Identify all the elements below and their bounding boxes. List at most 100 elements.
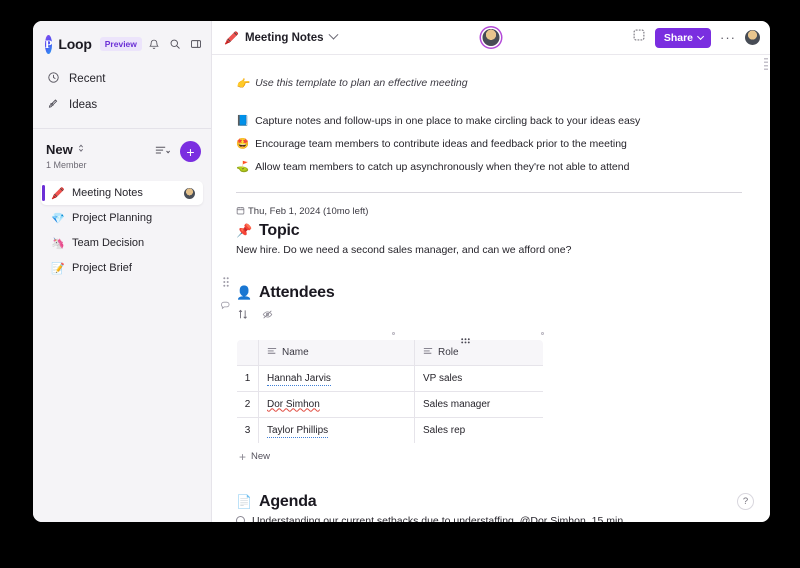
benefit-item: 🤩 Encourage team members to contribute i…: [236, 137, 742, 151]
block-gutter: [220, 274, 231, 316]
loop-logo-icon: P: [45, 34, 53, 54]
calendar-icon: [236, 206, 245, 218]
section-divider: [236, 191, 742, 193]
chevron-updown-icon[interactable]: [77, 140, 85, 158]
panel-toggle-icon[interactable]: [190, 38, 202, 50]
column-header-label: Name: [282, 346, 309, 358]
workspace-header: New 1 Member +: [33, 129, 211, 179]
chevron-down-icon[interactable]: [328, 29, 338, 40]
cell-name[interactable]: Taylor Phillips: [258, 416, 415, 443]
row-index: 2: [237, 390, 259, 418]
drag-handle-icon[interactable]: [222, 274, 229, 292]
agenda-heading-text: Agenda: [259, 492, 317, 510]
scrollbar[interactable]: [764, 58, 768, 72]
search-icon[interactable]: [169, 38, 181, 50]
user-avatar[interactable]: [745, 30, 760, 45]
document-canvas: 👉 Use this template to plan an effective…: [212, 55, 770, 522]
column-header-name[interactable]: Name: [258, 339, 415, 366]
document-body: 👉 Use this template to plan an effective…: [212, 77, 770, 522]
cell-role[interactable]: VP sales: [414, 364, 543, 392]
document-title-group[interactable]: 🖍️ Meeting Notes: [224, 29, 338, 45]
main-area: 🖍️ Meeting Notes Share ··· 👉 Use this te…: [212, 21, 770, 522]
document-emoji-icon: 🖍️: [224, 30, 239, 45]
template-hint-text: Use this template to plan an effective m…: [255, 77, 468, 89]
cell-name[interactable]: Dor Simhon: [258, 390, 415, 418]
bell-icon[interactable]: [148, 38, 160, 50]
benefit-text: Allow team members to catch up asynchron…: [255, 161, 630, 174]
avatar: [183, 186, 196, 200]
agenda-task-text: Understanding our current setbacks due t…: [252, 514, 624, 522]
cell-name[interactable]: Hannah Jarvis: [258, 364, 415, 392]
cell-name-text: Hannah Jarvis: [267, 372, 331, 386]
cell-role[interactable]: Sales manager: [414, 390, 543, 418]
page-emoji-icon: 📝: [51, 262, 65, 275]
attendees-table[interactable]: Name Role 1 Hannah Jarvis VP sales 2 Dor…: [236, 338, 544, 444]
table-row[interactable]: 3 Taylor Phillips Sales rep: [237, 416, 543, 443]
meeting-date[interactable]: Thu, Feb 1, 2024 (10mo left): [236, 206, 742, 218]
app-name: Loop: [58, 36, 92, 52]
active-collaborator-avatar[interactable]: [482, 29, 500, 46]
table-row[interactable]: 2 Dor Simhon Sales manager: [237, 390, 543, 418]
page-label: Project Planning: [72, 212, 153, 224]
cell-name-text: Dor Simhon: [267, 398, 320, 410]
agenda-task[interactable]: Understanding our current setbacks due t…: [236, 515, 742, 522]
page-emoji-icon: 💎: [51, 212, 65, 225]
table-header-row: Name Role: [237, 339, 543, 366]
column-header-role[interactable]: Role: [414, 339, 543, 366]
meeting-date-text: Thu, Feb 1, 2024 (10mo left): [248, 206, 369, 218]
sidebar-page-team-decision[interactable]: 🦄 Team Decision: [41, 231, 203, 255]
topic-heading: 📌 Topic: [236, 222, 742, 240]
column-resize-handle[interactable]: [541, 331, 544, 335]
add-row-button[interactable]: + New: [239, 451, 742, 463]
help-button[interactable]: ?: [737, 493, 754, 510]
sort-list-icon[interactable]: [155, 143, 172, 161]
document-topbar: 🖍️ Meeting Notes Share ···: [212, 21, 770, 55]
book-icon: 📘: [236, 115, 250, 127]
column-resize-handle[interactable]: [392, 331, 395, 335]
flag-golf-icon: ⛳: [236, 161, 250, 174]
sidebar-page-meeting-notes[interactable]: 🖍️ Meeting Notes: [41, 181, 203, 205]
more-options-button[interactable]: ···: [720, 31, 736, 44]
add-row-label: New: [251, 451, 271, 463]
copy-link-icon[interactable]: [632, 28, 646, 47]
template-hint: 👉 Use this template to plan an effective…: [236, 77, 742, 90]
attendees-heading-text: Attendees: [259, 283, 335, 301]
table-row[interactable]: 1 Hannah Jarvis VP sales: [237, 364, 543, 392]
add-page-button[interactable]: +: [180, 141, 201, 162]
share-button[interactable]: Share: [654, 27, 711, 48]
sort-icon[interactable]: [238, 307, 248, 325]
sidebar-item-ideas[interactable]: Ideas: [41, 92, 203, 118]
benefit-text: Capture notes and follow-ups in one plac…: [255, 115, 641, 127]
star-struck-icon: 🤩: [236, 138, 250, 151]
task-checkbox-icon[interactable]: [236, 516, 245, 522]
sidebar-nav: Recent Ideas: [33, 62, 211, 128]
sidebar-page-project-planning[interactable]: 💎 Project Planning: [41, 206, 203, 230]
cell-role[interactable]: Sales rep: [414, 416, 543, 443]
clock-icon: [47, 71, 60, 87]
sidebar-page-project-brief[interactable]: 📝 Project Brief: [41, 256, 203, 280]
hide-fields-icon[interactable]: [262, 307, 273, 325]
page-title: Meeting Notes: [244, 31, 324, 44]
document-icon: 📄: [236, 493, 252, 509]
page-emoji-icon: 🖍️: [51, 187, 65, 200]
app-window: P Loop Preview Recent Ideas New 1 Member…: [33, 21, 770, 522]
comment-icon[interactable]: [220, 298, 231, 316]
idea-pen-icon: [47, 97, 60, 113]
text-field-icon: [423, 347, 433, 358]
row-index: 3: [237, 416, 259, 443]
benefit-item: ⛳ Allow team members to catch up asynchr…: [236, 160, 742, 174]
topic-body[interactable]: New hire. Do we need a second sales mana…: [236, 243, 742, 258]
page-label: Meeting Notes: [72, 187, 143, 199]
agenda-heading: 📄 Agenda: [236, 493, 742, 511]
topic-heading-text: Topic: [259, 221, 300, 239]
workspace-members: 1 Member: [46, 160, 87, 170]
table-grip-icon[interactable]: [461, 331, 470, 344]
attendees-heading: 👤 Attendees: [236, 284, 742, 302]
sidebar-item-recent[interactable]: Recent: [41, 66, 203, 92]
chevron-down-icon: [697, 32, 705, 40]
pointing-finger-icon: 👉: [236, 78, 250, 90]
workspace-name[interactable]: New: [46, 142, 73, 157]
share-label: Share: [663, 31, 693, 44]
plus-icon: +: [239, 449, 247, 464]
page-label: Project Brief: [72, 262, 132, 274]
